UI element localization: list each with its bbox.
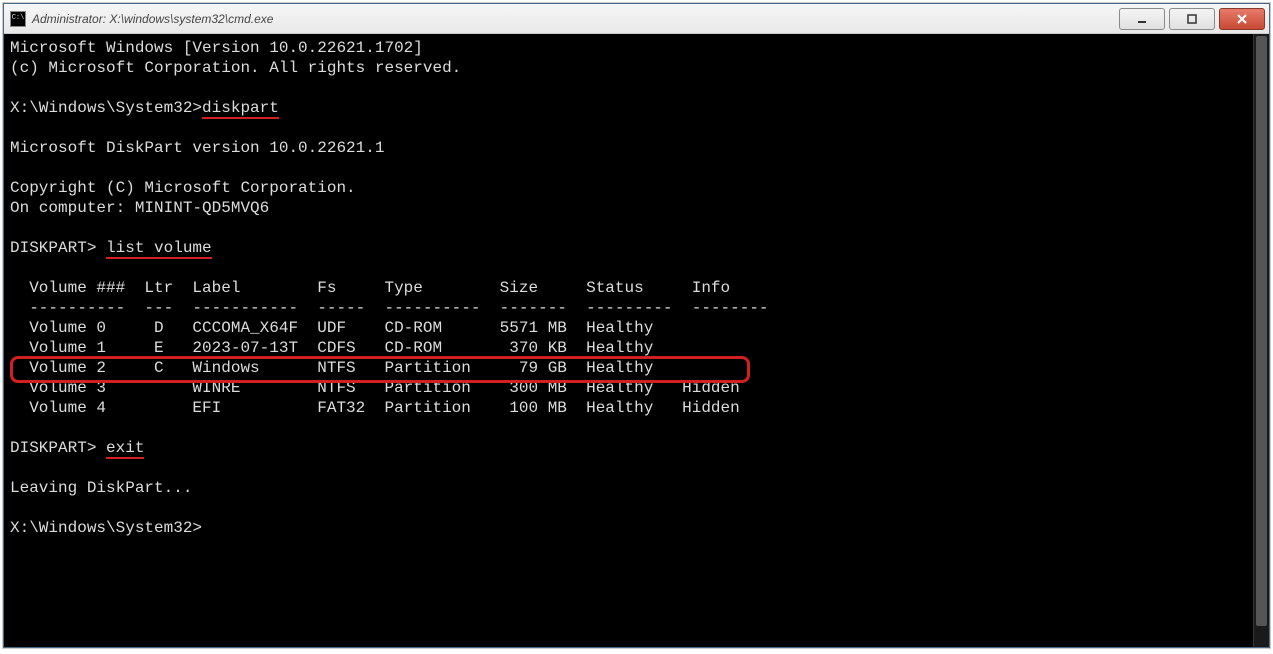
minimize-button[interactable] (1119, 8, 1165, 30)
cmd-icon: C:\ (10, 11, 26, 27)
diskpart-prompt: DISKPART> (10, 439, 106, 457)
table-row: Volume 2 C Windows NTFS Partition 79 GB … (10, 359, 653, 377)
table-row: Volume 4 EFI FAT32 Partition 100 MB Heal… (10, 399, 740, 417)
prompt: X:\Windows\System32> (10, 99, 202, 117)
minimize-icon (1136, 13, 1148, 25)
terminal-output[interactable]: Microsoft Windows [Version 10.0.22621.17… (4, 34, 1253, 647)
table-row: Volume 3 WINRE NTFS Partition 300 MB Hea… (10, 379, 740, 397)
maximize-button[interactable] (1169, 8, 1215, 30)
table-row: Volume 1 E 2023-07-13T CDFS CD-ROM 370 K… (10, 339, 653, 357)
terminal-area: Microsoft Windows [Version 10.0.22621.17… (4, 34, 1269, 647)
leaving-text: Leaving DiskPart... (10, 479, 192, 497)
table-divider: ---------- --- ----------- ----- -------… (10, 299, 769, 317)
close-button[interactable] (1219, 8, 1265, 30)
command-exit: exit (106, 439, 144, 459)
window-title: Administrator: X:\windows\system32\cmd.e… (32, 12, 1119, 26)
command-list-volume: list volume (106, 239, 212, 259)
banner-line: Microsoft Windows [Version 10.0.22621.17… (10, 39, 423, 57)
banner-line: (c) Microsoft Corporation. All rights re… (10, 59, 461, 77)
command-diskpart: diskpart (202, 99, 279, 119)
diskpart-copyright: Copyright (C) Microsoft Corporation. (10, 179, 356, 197)
cmd-window: C:\ Administrator: X:\windows\system32\c… (3, 3, 1270, 648)
diskpart-prompt: DISKPART> (10, 239, 106, 257)
scrollbar-thumb[interactable] (1256, 36, 1267, 626)
close-icon (1236, 13, 1248, 25)
prompt: X:\Windows\System32> (10, 519, 202, 537)
titlebar[interactable]: C:\ Administrator: X:\windows\system32\c… (4, 4, 1269, 34)
table-row: Volume 0 D CCCOMA_X64F UDF CD-ROM 5571 M… (10, 319, 653, 337)
diskpart-computer: On computer: MININT-QD5MVQ6 (10, 199, 269, 217)
scrollbar[interactable] (1253, 34, 1269, 647)
maximize-icon (1186, 13, 1198, 25)
diskpart-version: Microsoft DiskPart version 10.0.22621.1 (10, 139, 384, 157)
window-controls (1119, 8, 1265, 30)
table-header: Volume ### Ltr Label Fs Type Size Status… (10, 279, 730, 297)
